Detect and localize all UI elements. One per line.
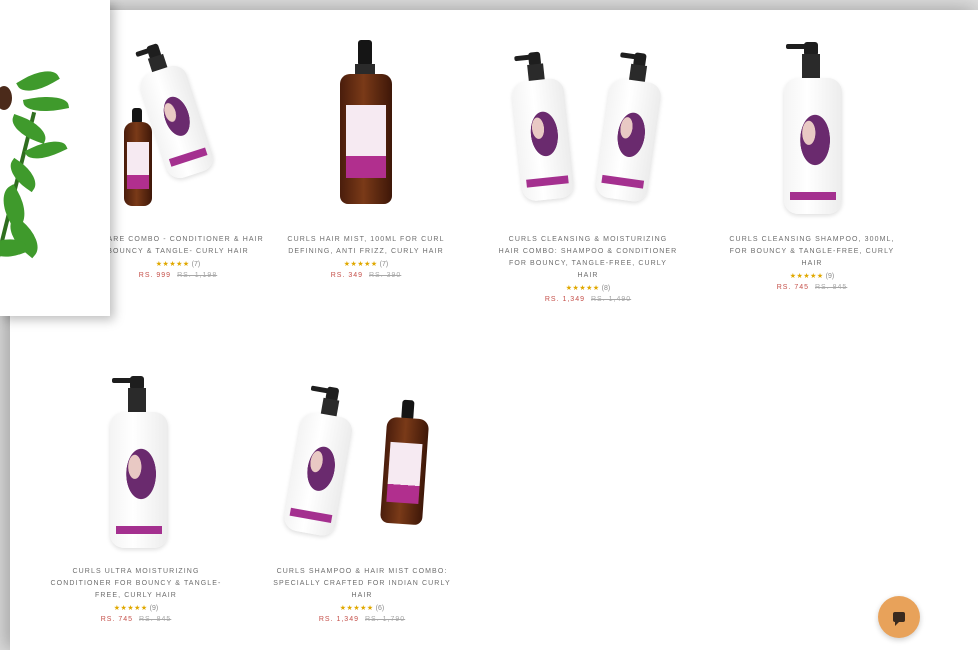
conditioner-bottle-image bbox=[585, 46, 671, 213]
product-card[interactable]: CURLS HAIR MIST, 100ML FOR CURL DEFINING… bbox=[266, 40, 466, 279]
rating-stars-icon: ★★★★★ bbox=[113, 605, 148, 612]
rating-stars-icon: ★★★★★ bbox=[789, 273, 824, 280]
sale-price: RS. 745 bbox=[776, 284, 809, 291]
product-image[interactable] bbox=[36, 372, 236, 552]
product-rating: ★★★★★ (7) bbox=[266, 260, 466, 270]
shampoo-bottle-image bbox=[778, 40, 848, 218]
product-card[interactable]: CURLS CLEANSING & MOISTURIZING HAIR COMB… bbox=[488, 40, 688, 303]
product-price: RS. 745 RS. 845 bbox=[36, 616, 236, 623]
shampoo-bottle-image bbox=[273, 379, 366, 548]
product-grid-page: N CARE COMBO - CONDITIONER & HAIR BOUNCY… bbox=[10, 10, 978, 650]
product-rating: ★★★★★ (9) bbox=[36, 604, 236, 614]
review-count: (7) bbox=[379, 261, 389, 268]
product-card[interactable]: CURLS SHAMPOO & HAIR MIST COMBO: SPECIAL… bbox=[262, 372, 462, 623]
product-image[interactable] bbox=[262, 372, 462, 552]
rating-stars-icon: ★★★★★ bbox=[343, 261, 378, 268]
original-price: RS. 845 bbox=[139, 616, 172, 623]
product-image[interactable] bbox=[266, 40, 466, 220]
mist-bottle-image bbox=[120, 108, 156, 218]
mist-bottle-image bbox=[338, 40, 394, 215]
review-count: (7) bbox=[191, 261, 201, 268]
product-price: RS. 349 RS. 390 bbox=[266, 272, 466, 279]
original-price: RS. 845 bbox=[815, 284, 848, 291]
sale-price: RS. 999 bbox=[138, 272, 172, 279]
review-count: (6) bbox=[375, 605, 385, 612]
mist-bottle-image bbox=[376, 398, 435, 531]
shampoo-bottle-image bbox=[500, 47, 580, 213]
review-count: (8) bbox=[601, 285, 611, 292]
rating-stars-icon: ★★★★★ bbox=[339, 605, 374, 612]
sale-price: RS. 745 bbox=[100, 616, 133, 623]
chat-bubble-icon bbox=[893, 612, 905, 626]
product-name[interactable]: CURLS HAIR MIST, 100ML FOR CURL DEFINING… bbox=[266, 234, 466, 258]
rating-stars-icon: ★★★★★ bbox=[565, 285, 600, 292]
review-count: (9) bbox=[825, 273, 835, 280]
overlay-plant-image bbox=[0, 0, 110, 316]
product-image[interactable] bbox=[488, 40, 688, 220]
sale-price: RS. 1,349 bbox=[544, 296, 585, 303]
rating-stars-icon: ★★★★★ bbox=[155, 261, 190, 268]
product-name[interactable]: CURLS ULTRA MOISTURIZING CONDITIONER FOR… bbox=[36, 566, 236, 602]
original-price: RS. 1,790 bbox=[365, 616, 406, 623]
sale-price: RS. 349 bbox=[330, 272, 363, 279]
chat-button[interactable] bbox=[878, 596, 920, 638]
sale-price: RS. 1,349 bbox=[318, 616, 359, 623]
product-rating: ★★★★★ (9) bbox=[712, 272, 912, 282]
original-price: RS. 390 bbox=[369, 272, 402, 279]
product-rating: ★★★★★ (6) bbox=[262, 604, 462, 614]
product-name[interactable]: CURLS CLEANSING SHAMPOO, 300ML, FOR BOUN… bbox=[712, 234, 912, 270]
product-name[interactable]: CURLS CLEANSING & MOISTURIZING HAIR COMB… bbox=[488, 234, 688, 282]
product-price: RS. 745 RS. 845 bbox=[712, 284, 912, 291]
original-price: RS. 1,490 bbox=[591, 296, 632, 303]
product-price: RS. 1,349 RS. 1,790 bbox=[262, 616, 462, 623]
product-price: RS. 1,349 RS. 1,490 bbox=[488, 296, 688, 303]
product-card[interactable]: CURLS CLEANSING SHAMPOO, 300ML, FOR BOUN… bbox=[712, 40, 912, 291]
product-image[interactable] bbox=[712, 40, 912, 220]
product-name[interactable]: CURLS SHAMPOO & HAIR MIST COMBO: SPECIAL… bbox=[262, 566, 462, 602]
review-count: (9) bbox=[149, 605, 159, 612]
product-card[interactable]: CURLS ULTRA MOISTURIZING CONDITIONER FOR… bbox=[36, 372, 236, 623]
product-rating: ★★★★★ (8) bbox=[488, 284, 688, 294]
original-price: RS. 1,198 bbox=[177, 272, 218, 279]
conditioner-bottle-image bbox=[104, 374, 174, 552]
